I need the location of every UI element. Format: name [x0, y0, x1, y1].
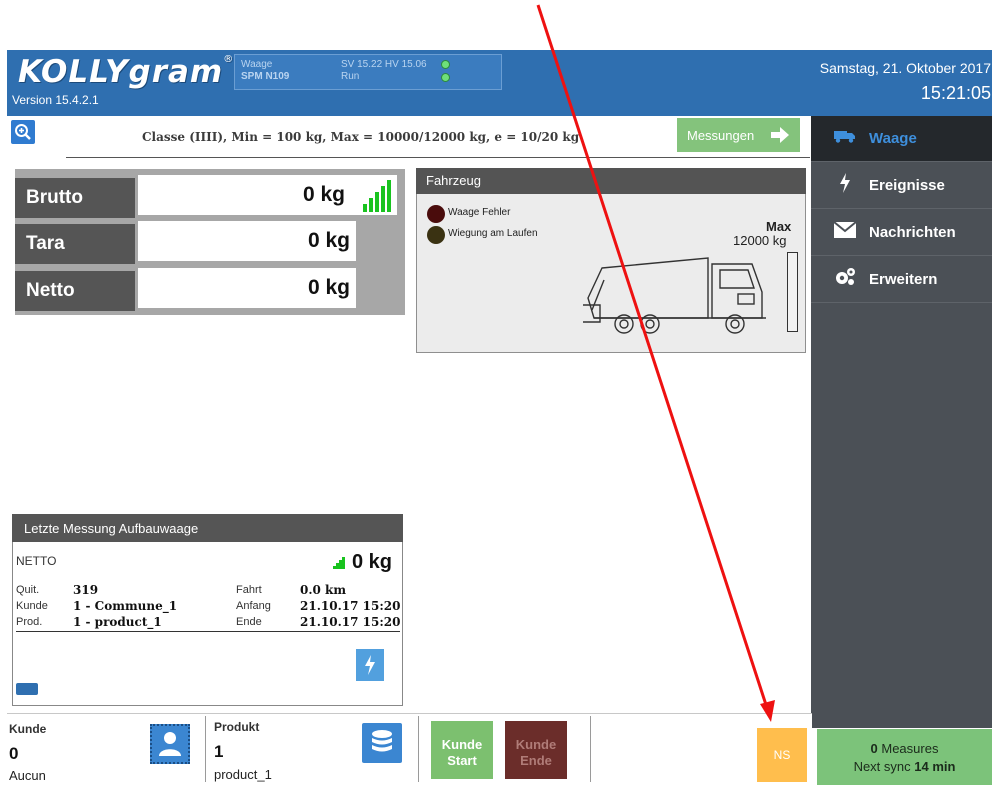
max-value: 12000 kg	[733, 233, 787, 248]
error-led	[427, 205, 445, 223]
run-status: Run	[341, 71, 360, 82]
customer-end-line1: Kunde	[515, 737, 557, 752]
anfang-label: Anfang	[236, 600, 271, 612]
bottom-kunde-label: Kunde	[9, 722, 47, 736]
bottom-produkt-value: 1	[214, 742, 224, 761]
envelope-icon	[833, 221, 857, 243]
header-date: Samstag, 21. Oktober 2017	[819, 60, 991, 76]
measurements-label: Messungen	[687, 128, 755, 143]
bottom-produkt-label: Produkt	[214, 720, 260, 734]
kunde-label: Kunde	[16, 600, 48, 612]
anfang-value: 21.10.17 15:20	[300, 599, 401, 613]
database-icon	[372, 730, 392, 752]
load-bar	[787, 252, 798, 332]
divider	[66, 157, 810, 158]
prod-value: 1 - product_1	[73, 615, 162, 629]
divider	[418, 716, 419, 782]
device-model: SPM N109	[241, 71, 290, 82]
nav-item-label: Ereignisse	[869, 177, 945, 194]
user-icon	[159, 732, 181, 756]
measurements-button[interactable]: Messungen	[677, 118, 800, 152]
measures-count-line: 0 Measures	[870, 741, 939, 756]
bottom-produkt-name: product_1	[214, 767, 272, 782]
vehicle-panel-title: Fahrzeug	[416, 168, 806, 194]
events-button[interactable]	[356, 649, 384, 681]
netto-value: 0 kg	[138, 268, 356, 308]
fahrt-value: 0.0 km	[300, 583, 347, 597]
firmware-versions: SV 15.22 HV 15.06	[341, 59, 427, 70]
last-netto-value: 0 kg	[352, 551, 393, 573]
netto-label: Netto	[15, 271, 135, 311]
max-label: Max	[766, 219, 792, 234]
bottom-kunde-name: Aucun	[9, 768, 46, 783]
customer-end-button[interactable]: Kunde Ende	[505, 721, 567, 779]
app-screen: KOLLYgram® Version 15.4.2.1 Waage SPM N1…	[0, 0, 992, 785]
customer-end-line2: Ende	[520, 753, 552, 768]
device-name: Waage	[241, 59, 273, 70]
brutto-label: Brutto	[15, 178, 135, 218]
error-status-text: Waage Fehler	[448, 207, 511, 218]
scale-class-info: Classe (IIII), Min = 100 kg, Max = 10000…	[142, 130, 580, 144]
quit-value: 319	[73, 583, 99, 597]
last-netto-label: NETTO	[16, 554, 57, 568]
garbage-truck-icon	[583, 257, 766, 334]
truck-icon	[833, 129, 857, 148]
device-status-box: Waage SPM N109 SV 15.22 HV 15.06 Run	[234, 54, 502, 90]
divider	[590, 716, 591, 782]
kunde-value: 1 - Commune_1	[73, 599, 178, 613]
header-time: 15:21:05	[920, 83, 991, 103]
next-sync-line: Next sync 14 min	[853, 759, 956, 774]
nav-item-ereignisse[interactable]: Ereignisse	[811, 163, 992, 209]
truck-icon	[16, 683, 38, 695]
running-led	[427, 226, 445, 244]
prod-label: Prod.	[16, 616, 43, 628]
customer-start-line1: Kunde	[441, 737, 483, 752]
version-label: Version 15.4.2.1	[12, 93, 99, 107]
customer-start-button[interactable]: Kunde Start	[431, 721, 493, 779]
divider	[205, 716, 206, 782]
nav-item-nachrichten[interactable]: Nachrichten	[811, 210, 992, 256]
signal-strength-icon	[357, 175, 397, 215]
divider	[16, 631, 400, 632]
select-customer-button[interactable]	[150, 724, 190, 764]
quit-label: Quit.	[16, 584, 40, 596]
zoom-button[interactable]	[11, 120, 35, 144]
nav-item-label: Erweitern	[869, 271, 938, 288]
fahrt-label: Fahrt	[236, 584, 262, 596]
ende-label: Ende	[236, 616, 262, 628]
bottom-bar	[7, 713, 812, 785]
nav-item-label: Nachrichten	[869, 224, 956, 241]
running-status-text: Wiegung am Laufen	[448, 228, 538, 239]
nav-item-waage[interactable]: Waage	[811, 116, 992, 162]
tara-label: Tara	[15, 224, 135, 264]
status-led-1	[441, 60, 450, 69]
signal-strength-icon	[333, 557, 347, 572]
sync-status[interactable]: 0 Measures Next sync 14 min	[817, 729, 992, 785]
gears-icon	[833, 267, 857, 292]
ende-value: 21.10.17 15:20	[300, 615, 401, 629]
nav-item-erweitern[interactable]: Erweitern	[811, 257, 992, 303]
status-led-2	[441, 73, 450, 82]
lightning-icon	[833, 173, 857, 198]
nav-item-label: Waage	[869, 130, 917, 147]
customer-start-line2: Start	[447, 753, 477, 768]
arrow-right-icon	[771, 127, 789, 143]
ns-button[interactable]: NS	[757, 728, 807, 782]
bottom-kunde-value: 0	[9, 744, 19, 763]
select-product-button[interactable]	[362, 723, 402, 763]
last-measure-title: Letzte Messung Aufbauwaage	[12, 514, 403, 542]
lightning-icon	[365, 655, 375, 675]
zoom-in-icon	[15, 124, 31, 140]
tara-value: 0 kg	[138, 221, 356, 261]
app-logo: KOLLYgram®	[18, 54, 235, 90]
